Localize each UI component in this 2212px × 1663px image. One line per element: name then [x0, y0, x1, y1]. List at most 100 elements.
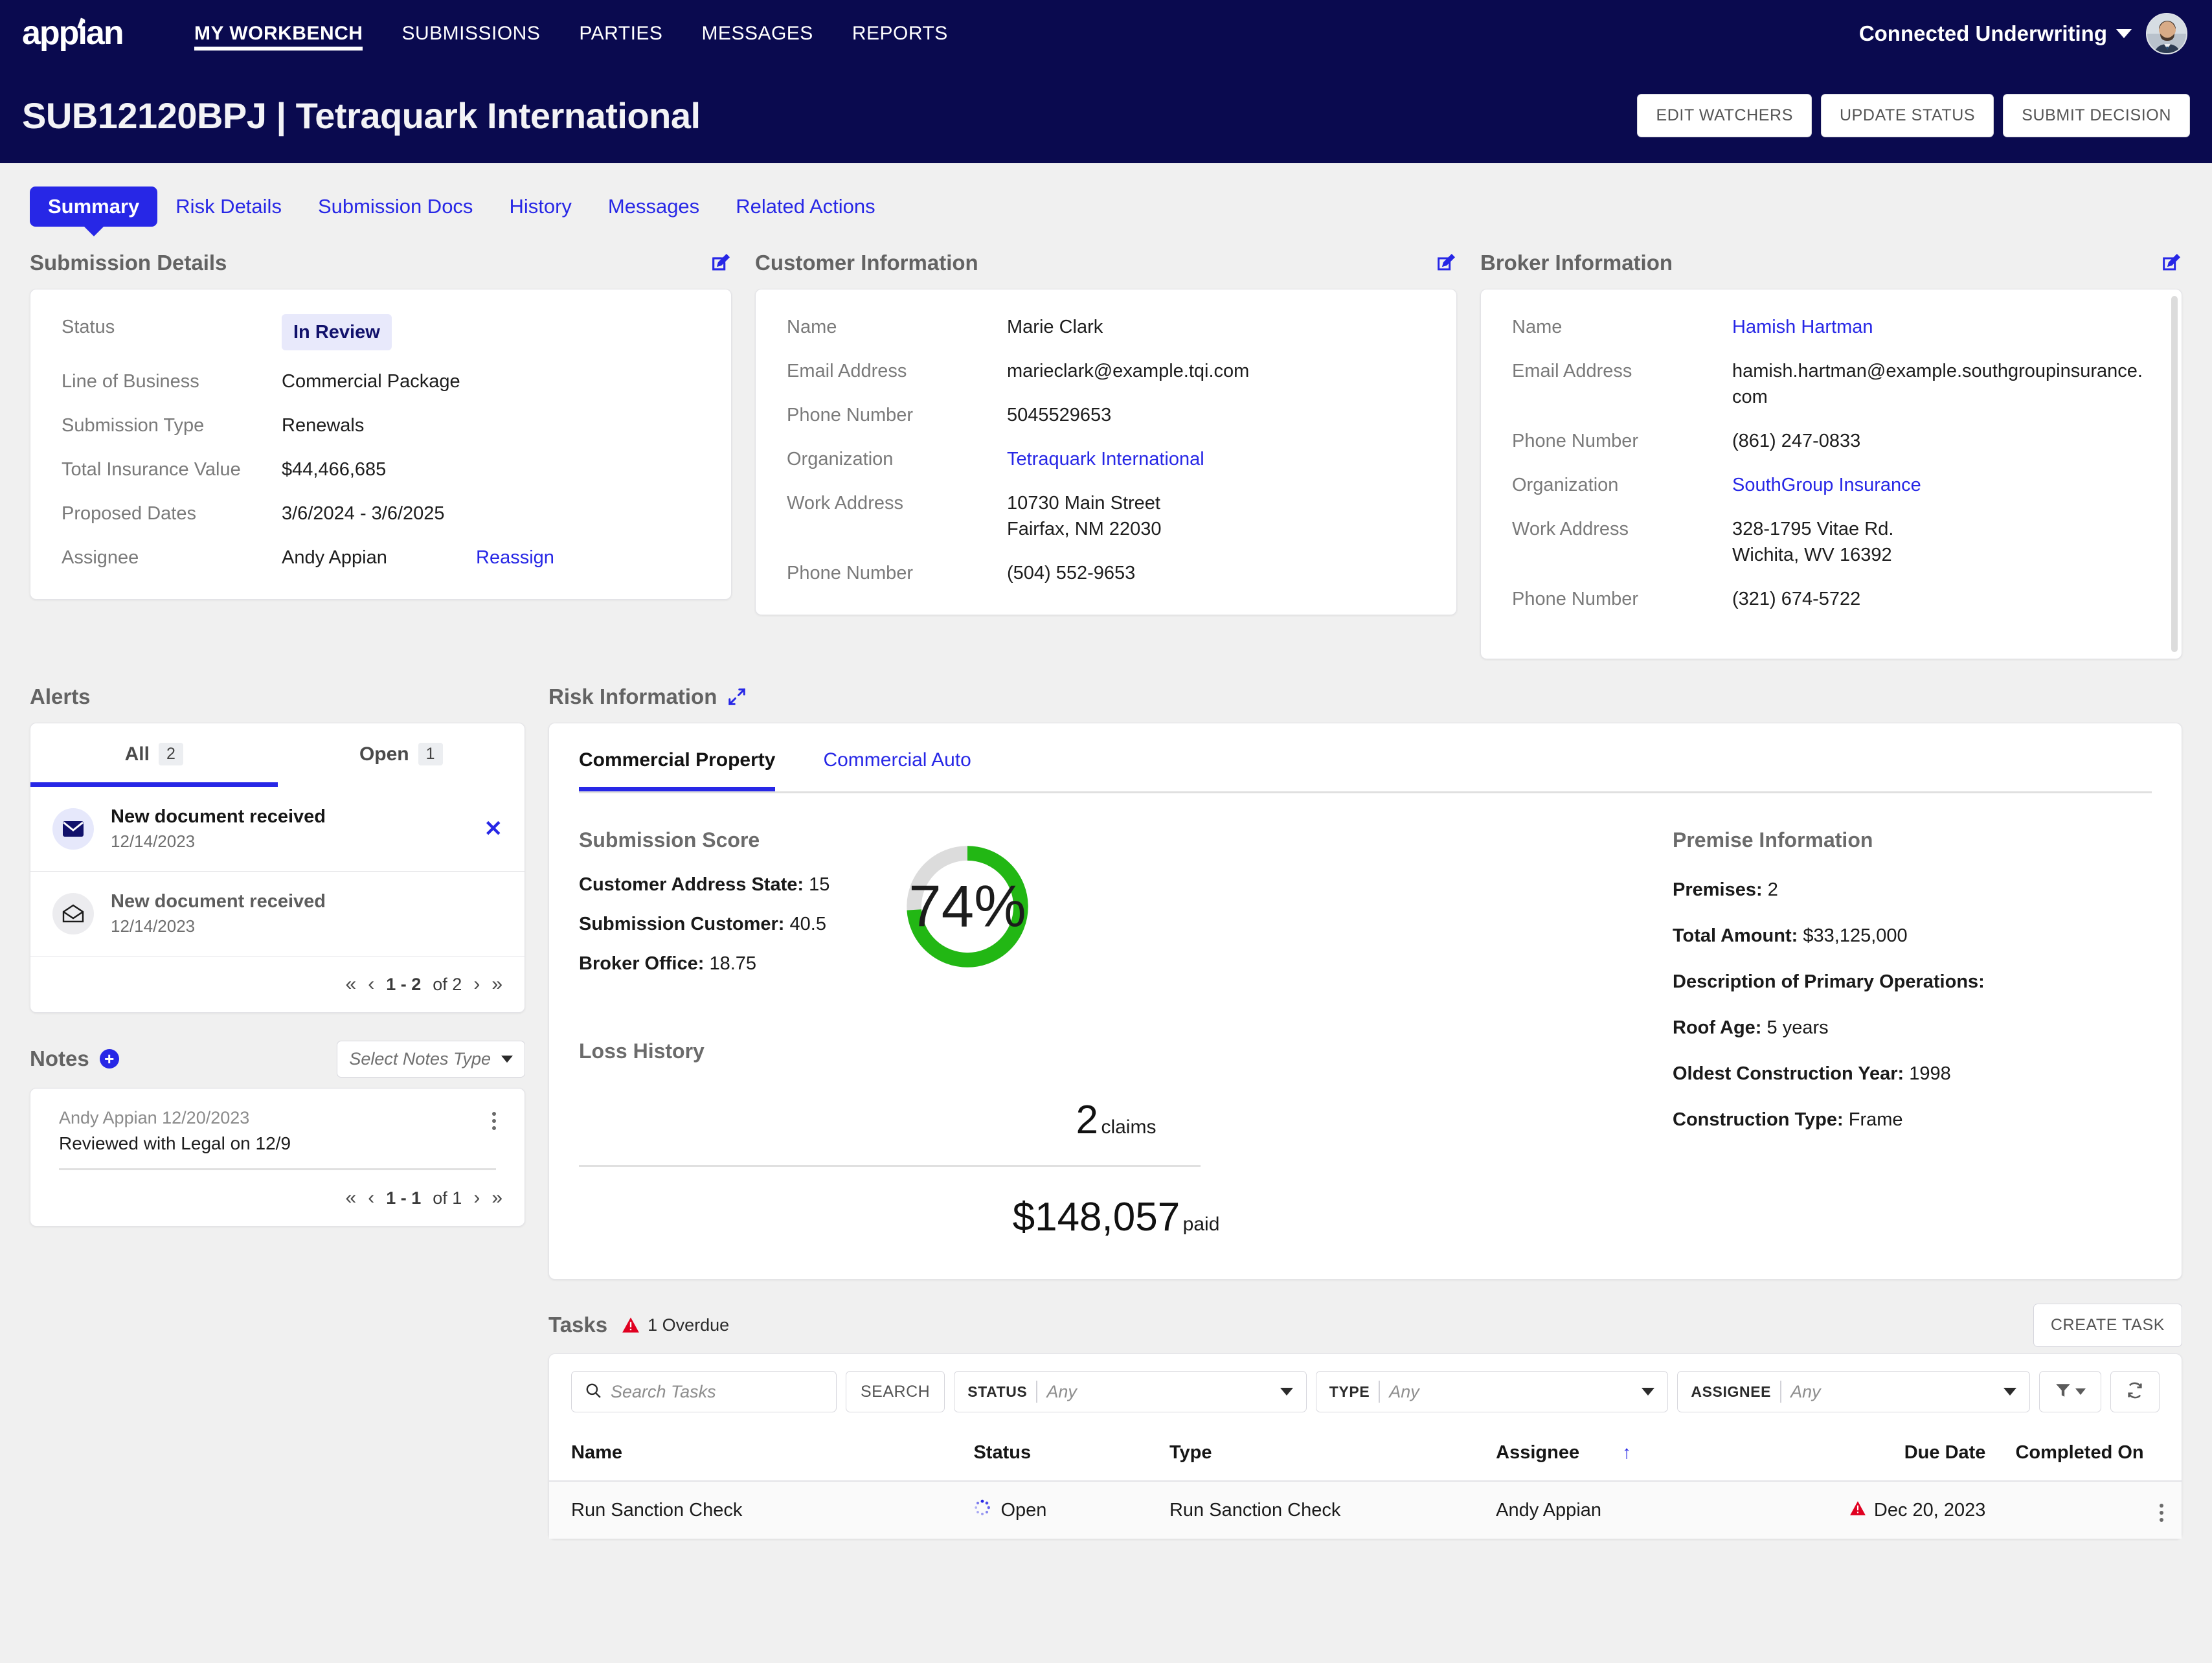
assignee-filter-label: ASSIGNEE — [1691, 1383, 1772, 1400]
cell-status: Open — [973, 1481, 1169, 1539]
page-range: 1 - 1 — [386, 1188, 422, 1208]
search-button[interactable]: SEARCH — [846, 1371, 945, 1412]
broker-name-link[interactable]: Hamish Hartman — [1732, 314, 2150, 340]
risk-tab-commercial-property[interactable]: Commercial Property — [579, 749, 776, 791]
chevron-down-icon — [501, 1055, 513, 1063]
cell-type: Run Sanction Check — [1169, 1481, 1496, 1539]
next-page-button[interactable]: › — [473, 1187, 480, 1209]
premise-value: Frame — [1848, 1109, 1903, 1130]
status-text: Open — [1000, 1499, 1047, 1521]
tenant-switcher[interactable]: Connected Underwriting — [1859, 21, 2132, 46]
page-header: SUB12120BPJ | Tetraquark International E… — [0, 67, 2212, 163]
field-value: (504) 552-9653 — [1007, 563, 1136, 583]
assignee-filter-dropdown[interactable]: ASSIGNEE Any — [1677, 1371, 2031, 1412]
refresh-button[interactable] — [2110, 1371, 2160, 1412]
search-icon — [585, 1382, 602, 1402]
last-page-button[interactable]: » — [491, 973, 502, 995]
claims-count: 2 — [1076, 1098, 1098, 1142]
alerts-tab-open[interactable]: Open 1 — [278, 723, 525, 782]
chevron-down-icon — [2075, 1388, 2086, 1395]
nav-item-my-workbench[interactable]: MY WORKBENCH — [175, 0, 382, 67]
chevron-down-icon — [2116, 29, 2132, 38]
top-right-cluster: Connected Underwriting — [1859, 13, 2190, 54]
tab-risk-details[interactable]: Risk Details — [157, 187, 300, 227]
premise-value: 1998 — [1909, 1063, 1951, 1084]
edit-icon[interactable] — [1435, 252, 1457, 274]
broker-organization-link[interactable]: SouthGroup Insurance — [1732, 472, 2150, 498]
prev-page-button[interactable]: ‹ — [368, 1187, 374, 1209]
customer-information-card: Name Marie Clark Email Address marieclar… — [755, 289, 1457, 615]
notes-type-select[interactable]: Select Notes Type — [337, 1040, 525, 1078]
address-line-1: 10730 Main Street — [1007, 493, 1160, 514]
status-filter-label: STATUS — [967, 1383, 1028, 1400]
nav-item-reports[interactable]: REPORTS — [833, 0, 967, 67]
update-status-button[interactable]: UPDATE STATUS — [1820, 93, 1994, 137]
table-row[interactable]: Run Sanction Check Open Run Sanction Che… — [549, 1481, 2182, 1539]
risk-tab-commercial-auto[interactable]: Commercial Auto — [823, 749, 971, 791]
tab-messages[interactable]: Messages — [590, 187, 717, 227]
reassign-link[interactable]: Reassign — [476, 545, 554, 571]
note-item: Andy Appian 12/20/2023 Reviewed with Leg… — [30, 1089, 525, 1170]
type-filter-dropdown[interactable]: TYPE Any — [1315, 1371, 1669, 1412]
close-icon[interactable]: ✕ — [484, 816, 503, 842]
paid-unit: paid — [1182, 1214, 1220, 1235]
submission-score-section: Submission Score Customer Address State:… — [579, 828, 1673, 1240]
nav-item-messages[interactable]: MESSAGES — [682, 0, 832, 67]
field-phone-number: Phone Number (861) 247-0833 — [1512, 428, 2150, 454]
premise-line: Premises: 2 — [1673, 879, 1778, 900]
submission-score-heading: Submission Score — [579, 828, 760, 852]
submission-details-title: Submission Details — [30, 251, 227, 275]
field-label: Submission Type — [62, 415, 205, 436]
list-item[interactable]: New document received 12/14/2023 ✕ — [30, 787, 525, 871]
field-work-phone-number: Phone Number (504) 552-9653 — [787, 560, 1425, 586]
prev-page-button[interactable]: ‹ — [368, 973, 374, 995]
column-header-name[interactable]: Name — [549, 1432, 974, 1482]
premise-value: $33,125,000 — [1803, 925, 1908, 946]
due-date-text: Dec 20, 2023 — [1873, 1499, 1986, 1521]
column-header-completed-on[interactable]: Completed On — [1985, 1432, 2182, 1482]
appian-logo[interactable]: appian — [22, 10, 142, 57]
next-page-button[interactable]: › — [473, 973, 480, 995]
alerts-tab-all-count: 2 — [158, 743, 183, 765]
submit-decision-button[interactable]: SUBMIT DECISION — [2003, 93, 2190, 137]
page-title: SUB12120BPJ | Tetraquark International — [22, 95, 701, 136]
row-menu-icon[interactable] — [2160, 1500, 2163, 1522]
first-page-button[interactable]: « — [346, 973, 357, 995]
tab-submission-docs[interactable]: Submission Docs — [300, 187, 491, 227]
avatar[interactable] — [2146, 13, 2187, 54]
tab-related-actions[interactable]: Related Actions — [717, 187, 893, 227]
column-header-type[interactable]: Type — [1169, 1432, 1496, 1482]
nav-item-submissions[interactable]: SUBMISSIONS — [382, 0, 559, 67]
right-column: Risk Information Commercial Property Com… — [548, 683, 2182, 1539]
column-header-status[interactable]: Status — [973, 1432, 1169, 1482]
last-page-button[interactable]: » — [491, 1187, 502, 1209]
expand-icon[interactable] — [727, 687, 747, 707]
premise-label: Roof Age — [1673, 1017, 1755, 1038]
notes-title: Notes — [30, 1046, 89, 1070]
filter-icon — [2055, 1382, 2071, 1402]
edit-watchers-button[interactable]: EDIT WATCHERS — [1637, 93, 1812, 137]
alert-title: New document received — [111, 891, 326, 912]
column-header-assignee[interactable]: Assignee ↑ — [1496, 1432, 1774, 1482]
scrollbar[interactable] — [2171, 296, 2178, 652]
edit-icon[interactable] — [2160, 252, 2182, 274]
status-badge: In Review — [282, 314, 392, 350]
note-menu-icon[interactable] — [492, 1108, 496, 1130]
add-note-icon[interactable]: + — [99, 1049, 119, 1069]
organization-link[interactable]: Tetraquark International — [1007, 446, 1425, 472]
list-item[interactable]: New document received 12/14/2023 — [30, 871, 525, 956]
status-filter-dropdown[interactable]: STATUS Any — [954, 1371, 1307, 1412]
column-header-due-date[interactable]: Due Date — [1773, 1432, 1986, 1482]
field-label: Line of Business — [62, 371, 199, 392]
premise-line: Description of Primary Operations: — [1673, 971, 1985, 992]
edit-icon[interactable] — [710, 252, 732, 274]
tab-history[interactable]: History — [491, 187, 589, 227]
search-input[interactable]: Search Tasks — [571, 1371, 837, 1412]
first-page-button[interactable]: « — [346, 1187, 357, 1209]
alerts-tab-all[interactable]: All 2 — [30, 723, 278, 782]
create-task-button[interactable]: CREATE TASK — [2033, 1303, 2182, 1347]
nav-item-parties[interactable]: PARTIES — [559, 0, 682, 67]
page-total: of 1 — [433, 1188, 462, 1208]
tab-summary[interactable]: Summary — [30, 187, 158, 227]
filter-button[interactable] — [2039, 1371, 2102, 1412]
